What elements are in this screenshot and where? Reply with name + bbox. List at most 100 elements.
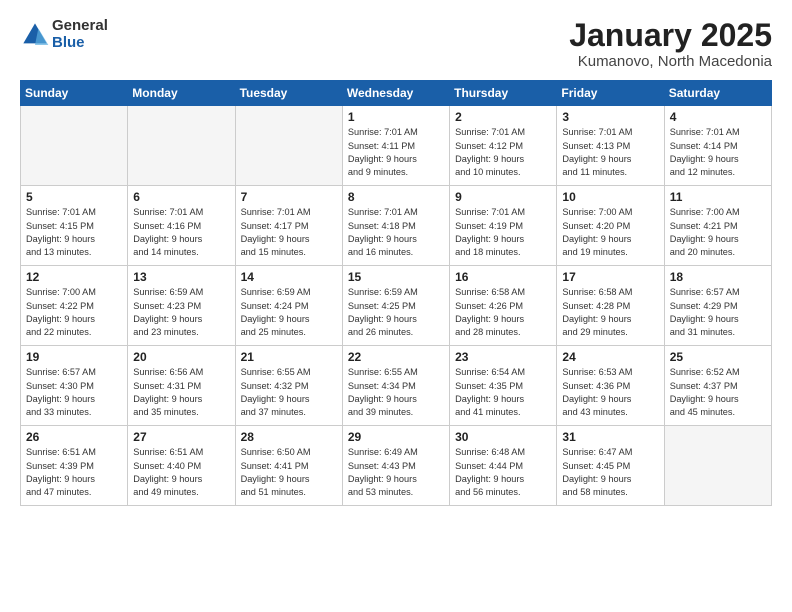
cell-1-3 <box>235 106 342 186</box>
day-info-24: Sunrise: 6:53 AM Sunset: 4:36 PM Dayligh… <box>562 366 658 419</box>
cell-4-6: 24 Sunrise: 6:53 AM Sunset: 4:36 PM Dayli… <box>557 346 664 426</box>
cell-4-4: 22 Sunrise: 6:55 AM Sunset: 4:34 PM Dayli… <box>342 346 449 426</box>
day-num-27: 27 <box>133 430 229 444</box>
day-info-11: Sunrise: 7:00 AM Sunset: 4:21 PM Dayligh… <box>670 206 766 259</box>
day-info-21: Sunrise: 6:55 AM Sunset: 4:32 PM Dayligh… <box>241 366 337 419</box>
cell-1-2 <box>128 106 235 186</box>
day-num-17: 17 <box>562 270 658 284</box>
day-info-15: Sunrise: 6:59 AM Sunset: 4:25 PM Dayligh… <box>348 286 444 339</box>
cell-3-3: 14 Sunrise: 6:59 AM Sunset: 4:24 PM Dayli… <box>235 266 342 346</box>
day-num-14: 14 <box>241 270 337 284</box>
cell-3-1: 12 Sunrise: 7:00 AM Sunset: 4:22 PM Dayli… <box>21 266 128 346</box>
day-info-3: Sunrise: 7:01 AM Sunset: 4:13 PM Dayligh… <box>562 126 658 179</box>
cell-5-3: 28 Sunrise: 6:50 AM Sunset: 4:41 PM Dayli… <box>235 426 342 506</box>
day-num-23: 23 <box>455 350 551 364</box>
cell-2-5: 9Sunrise: 7:01 AM Sunset: 4:19 PM Daylig… <box>450 186 557 266</box>
page: General Blue January 2025 Kumanovo, Nort… <box>0 0 792 612</box>
calendar-header-row: Sunday Monday Tuesday Wednesday Thursday… <box>21 81 772 106</box>
calendar-table: Sunday Monday Tuesday Wednesday Thursday… <box>20 80 772 506</box>
cell-4-2: 20Sunrise: 6:56 AM Sunset: 4:31 PM Dayli… <box>128 346 235 426</box>
day-info-29: Sunrise: 6:49 AM Sunset: 4:43 PM Dayligh… <box>348 446 444 499</box>
day-num-6: 6 <box>133 190 229 204</box>
cell-3-2: 13Sunrise: 6:59 AM Sunset: 4:23 PM Dayli… <box>128 266 235 346</box>
cell-4-1: 19Sunrise: 6:57 AM Sunset: 4:30 PM Dayli… <box>21 346 128 426</box>
day-num-8: 8 <box>348 190 444 204</box>
day-info-17: Sunrise: 6:58 AM Sunset: 4:28 PM Dayligh… <box>562 286 658 339</box>
cell-3-5: 16Sunrise: 6:58 AM Sunset: 4:26 PM Dayli… <box>450 266 557 346</box>
week-row-3: 12 Sunrise: 7:00 AM Sunset: 4:22 PM Dayli… <box>21 266 772 346</box>
col-wednesday: Wednesday <box>342 81 449 106</box>
day-info-30: Sunrise: 6:48 AM Sunset: 4:44 PM Dayligh… <box>455 446 551 499</box>
day-num-24: 24 <box>562 350 658 364</box>
col-thursday: Thursday <box>450 81 557 106</box>
day-num-20: 20 <box>133 350 229 364</box>
cell-3-6: 17 Sunrise: 6:58 AM Sunset: 4:28 PM Dayli… <box>557 266 664 346</box>
subtitle: Kumanovo, North Macedonia <box>569 53 772 70</box>
cell-5-6: 31 Sunrise: 6:47 AM Sunset: 4:45 PM Dayli… <box>557 426 664 506</box>
day-num-22: 22 <box>348 350 444 364</box>
day-info-31: Sunrise: 6:47 AM Sunset: 4:45 PM Dayligh… <box>562 446 658 499</box>
day-num-2: 2 <box>455 110 551 124</box>
day-info-28: Sunrise: 6:50 AM Sunset: 4:41 PM Dayligh… <box>241 446 337 499</box>
cell-4-7: 25 Sunrise: 6:52 AM Sunset: 4:37 PM Dayli… <box>664 346 771 426</box>
day-info-25: Sunrise: 6:52 AM Sunset: 4:37 PM Dayligh… <box>670 366 766 419</box>
cell-5-2: 27 Sunrise: 6:51 AM Sunset: 4:40 PM Dayli… <box>128 426 235 506</box>
cell-1-6: 3 Sunrise: 7:01 AM Sunset: 4:13 PM Daylig… <box>557 106 664 186</box>
day-info-4: Sunrise: 7:01 AM Sunset: 4:14 PM Dayligh… <box>670 126 766 179</box>
day-info-7: Sunrise: 7:01 AM Sunset: 4:17 PM Dayligh… <box>241 206 337 259</box>
day-num-30: 30 <box>455 430 551 444</box>
cell-1-5: 2 Sunrise: 7:01 AM Sunset: 4:12 PM Daylig… <box>450 106 557 186</box>
col-sunday: Sunday <box>21 81 128 106</box>
col-saturday: Saturday <box>664 81 771 106</box>
day-num-12: 12 <box>26 270 122 284</box>
day-info-18: Sunrise: 6:57 AM Sunset: 4:29 PM Dayligh… <box>670 286 766 339</box>
cell-2-1: 5Sunrise: 7:01 AM Sunset: 4:15 PM Daylig… <box>21 186 128 266</box>
day-info-22: Sunrise: 6:55 AM Sunset: 4:34 PM Dayligh… <box>348 366 444 419</box>
day-info-19: Sunrise: 6:57 AM Sunset: 4:30 PM Dayligh… <box>26 366 122 419</box>
cell-5-4: 29 Sunrise: 6:49 AM Sunset: 4:43 PM Dayli… <box>342 426 449 506</box>
day-info-8: Sunrise: 7:01 AM Sunset: 4:18 PM Dayligh… <box>348 206 444 259</box>
day-num-4: 4 <box>670 110 766 124</box>
day-num-7: 7 <box>241 190 337 204</box>
day-info-27: Sunrise: 6:51 AM Sunset: 4:40 PM Dayligh… <box>133 446 229 499</box>
day-num-1: 1 <box>348 110 444 124</box>
day-info-26: Sunrise: 6:51 AM Sunset: 4:39 PM Dayligh… <box>26 446 122 499</box>
day-info-13: Sunrise: 6:59 AM Sunset: 4:23 PM Dayligh… <box>133 286 229 339</box>
cell-2-4: 8 Sunrise: 7:01 AM Sunset: 4:18 PM Daylig… <box>342 186 449 266</box>
week-row-4: 19Sunrise: 6:57 AM Sunset: 4:30 PM Dayli… <box>21 346 772 426</box>
cell-1-7: 4 Sunrise: 7:01 AM Sunset: 4:14 PM Daylig… <box>664 106 771 186</box>
week-row-1: 1 Sunrise: 7:01 AM Sunset: 4:11 PM Daylig… <box>21 106 772 186</box>
main-title: January 2025 <box>569 18 772 53</box>
day-info-14: Sunrise: 6:59 AM Sunset: 4:24 PM Dayligh… <box>241 286 337 339</box>
cell-2-7: 11Sunrise: 7:00 AM Sunset: 4:21 PM Dayli… <box>664 186 771 266</box>
day-info-12: Sunrise: 7:00 AM Sunset: 4:22 PM Dayligh… <box>26 286 122 339</box>
day-info-6: Sunrise: 7:01 AM Sunset: 4:16 PM Dayligh… <box>133 206 229 259</box>
cell-3-4: 15 Sunrise: 6:59 AM Sunset: 4:25 PM Dayli… <box>342 266 449 346</box>
day-num-31: 31 <box>562 430 658 444</box>
day-info-5: Sunrise: 7:01 AM Sunset: 4:15 PM Dayligh… <box>26 206 122 259</box>
col-friday: Friday <box>557 81 664 106</box>
day-info-1: Sunrise: 7:01 AM Sunset: 4:11 PM Dayligh… <box>348 126 444 179</box>
cell-5-5: 30 Sunrise: 6:48 AM Sunset: 4:44 PM Dayli… <box>450 426 557 506</box>
day-num-16: 16 <box>455 270 551 284</box>
cell-2-3: 7 Sunrise: 7:01 AM Sunset: 4:17 PM Daylig… <box>235 186 342 266</box>
cell-4-3: 21Sunrise: 6:55 AM Sunset: 4:32 PM Dayli… <box>235 346 342 426</box>
cell-2-2: 6 Sunrise: 7:01 AM Sunset: 4:16 PM Daylig… <box>128 186 235 266</box>
logo-text: General Blue <box>52 18 108 51</box>
day-num-25: 25 <box>670 350 766 364</box>
day-info-10: Sunrise: 7:00 AM Sunset: 4:20 PM Dayligh… <box>562 206 658 259</box>
title-block: January 2025 Kumanovo, North Macedonia <box>569 18 772 70</box>
day-num-28: 28 <box>241 430 337 444</box>
cell-3-7: 18Sunrise: 6:57 AM Sunset: 4:29 PM Dayli… <box>664 266 771 346</box>
header: General Blue January 2025 Kumanovo, Nort… <box>20 18 772 70</box>
logo-icon <box>20 20 50 50</box>
col-monday: Monday <box>128 81 235 106</box>
day-num-3: 3 <box>562 110 658 124</box>
logo: General Blue <box>20 18 108 51</box>
col-tuesday: Tuesday <box>235 81 342 106</box>
cell-5-7 <box>664 426 771 506</box>
day-info-2: Sunrise: 7:01 AM Sunset: 4:12 PM Dayligh… <box>455 126 551 179</box>
day-num-15: 15 <box>348 270 444 284</box>
day-info-23: Sunrise: 6:54 AM Sunset: 4:35 PM Dayligh… <box>455 366 551 419</box>
day-num-29: 29 <box>348 430 444 444</box>
